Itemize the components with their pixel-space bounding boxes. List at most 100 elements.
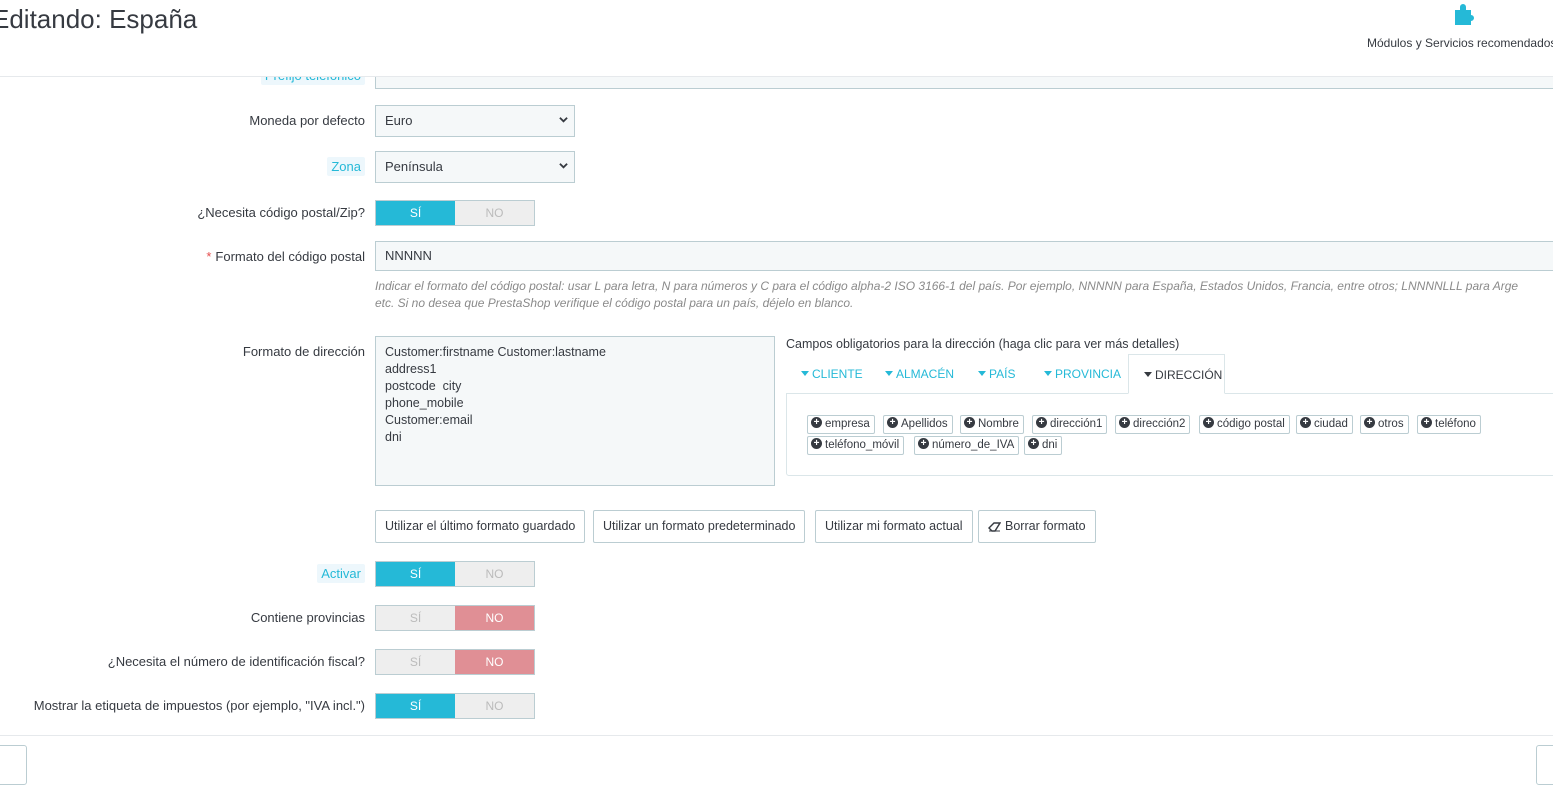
display-tax-label-switch[interactable]: SÍ NO: [375, 693, 535, 719]
tab-label: PROVINCIA: [1055, 367, 1122, 381]
field-chip-nombre[interactable]: + Nombre: [960, 415, 1024, 434]
chip-label: Apellidos: [901, 418, 948, 430]
active-switch[interactable]: SÍ NO: [375, 561, 535, 587]
field-chip-dni[interactable]: + dni: [1024, 436, 1063, 455]
caret-down-icon: [978, 371, 986, 377]
zip-required-switch[interactable]: SÍ NO: [375, 200, 535, 226]
currency-select-value: Euro: [385, 113, 413, 128]
zone-select[interactable]: Península: [375, 151, 575, 183]
chevron-down-icon: [559, 163, 568, 169]
field-chip-telefono[interactable]: + teléfono: [1417, 415, 1481, 434]
address-line: address1: [385, 362, 437, 376]
address-line: dni: [385, 430, 402, 444]
active-no[interactable]: NO: [455, 562, 534, 586]
plus-circle-icon: +: [811, 438, 822, 450]
need-tax-id-yes[interactable]: SÍ: [376, 650, 455, 674]
tab-label: CLIENTE: [812, 367, 863, 381]
country-form: Prefijo telefónico 34 Moneda por defecto…: [0, 0, 1553, 785]
address-line: Customer:email: [385, 413, 473, 427]
plus-circle-icon: +: [1203, 417, 1214, 429]
chip-label: dirección2: [1133, 418, 1186, 430]
plus-circle-icon: +: [1421, 417, 1432, 429]
cancel-button[interactable]: [0, 745, 27, 785]
active-label: Activar: [317, 564, 365, 583]
caret-down-icon: [801, 371, 809, 377]
field-chip-otros[interactable]: + otros: [1360, 415, 1409, 434]
tab-label: ALMACÉN: [896, 367, 955, 381]
display-tax-label-yes[interactable]: SÍ: [376, 694, 455, 718]
field-chip-codigo-postal[interactable]: + código postal: [1199, 415, 1290, 434]
address-line: Customer:firstname Customer:lastname: [385, 345, 606, 359]
page-header: Editando: España Módulos y Servicios rec…: [0, 0, 1553, 77]
field-chip-empresa[interactable]: + empresa: [807, 415, 875, 434]
field-chip-telefono-movil[interactable]: + teléfono_móvil: [807, 436, 905, 455]
chevron-down-icon: [559, 117, 568, 123]
use-current-format-button[interactable]: Utilizar mi formato actual: [815, 510, 973, 543]
plus-circle-icon: +: [1036, 417, 1047, 429]
field-chip-ciudad[interactable]: + ciudad: [1296, 415, 1353, 434]
required-mark: *: [206, 249, 212, 264]
zip-required-no[interactable]: NO: [455, 201, 534, 225]
address-line: postcode city: [385, 379, 462, 393]
tab-provincia[interactable]: PROVINCIA: [1044, 354, 1121, 394]
need-tax-id-label: ¿Necesita el número de identificación fi…: [107, 654, 365, 669]
footer-divider: [0, 735, 1553, 736]
tab-almacen[interactable]: ALMACÉN: [885, 354, 954, 394]
zip-format-help-line1: Indicar el formato del código postal: us…: [375, 279, 1519, 293]
address-line: phone_mobile: [385, 396, 464, 410]
chip-label: teléfono_móvil: [825, 439, 900, 451]
caret-down-icon: [1044, 371, 1052, 377]
plus-circle-icon: +: [918, 438, 929, 450]
recommended-modules-link[interactable]: Módulos y Servicios recomendados: [1367, 0, 1553, 60]
zip-required-yes[interactable]: SÍ: [376, 201, 455, 225]
active-yes[interactable]: SÍ: [376, 562, 455, 586]
caret-down-icon: [885, 371, 893, 377]
chip-label: número_de_IVA: [932, 439, 1015, 451]
zone-select-value: Península: [385, 159, 443, 174]
display-tax-label-no[interactable]: NO: [455, 694, 534, 718]
address-fields-panel: + empresa + Apellidos + Nombre + dirección1 …: [786, 393, 1553, 476]
currency-label: Moneda por defecto: [249, 113, 365, 128]
caret-down-icon: [1144, 372, 1152, 378]
zip-format-label-text: Formato del código postal: [215, 249, 365, 264]
address-format-textarea[interactable]: Customer:firstname Customer:lastname add…: [375, 336, 775, 486]
clear-format-label: Borrar formato: [1005, 519, 1086, 533]
tab-label: DIRECCIÓN: [1155, 368, 1223, 382]
contains-states-label: Contiene provincias: [250, 610, 365, 625]
chip-label: ciudad: [1314, 418, 1348, 430]
field-chip-direccion2[interactable]: + dirección2: [1115, 415, 1191, 434]
plus-circle-icon: +: [964, 417, 975, 429]
tab-label: PAÍS: [989, 367, 1016, 381]
zip-format-help: Indicar el formato del código postal: us…: [375, 278, 1553, 312]
tab-pais[interactable]: PAÍS: [978, 354, 1015, 394]
need-tax-id-switch[interactable]: SÍ NO: [375, 649, 535, 675]
need-tax-id-no[interactable]: NO: [455, 650, 534, 674]
contains-states-no[interactable]: NO: [455, 606, 534, 630]
tab-cliente[interactable]: CLIENTE: [801, 354, 863, 394]
tab-direccion[interactable]: DIRECCIÓN: [1128, 354, 1225, 394]
plus-circle-icon: +: [811, 417, 822, 429]
use-last-saved-format-button[interactable]: Utilizar el último formato guardado: [375, 510, 586, 543]
chip-label: otros: [1378, 418, 1404, 430]
use-default-format-button[interactable]: Utilizar un formato predeterminado: [593, 510, 806, 543]
save-button[interactable]: [1536, 745, 1553, 785]
clear-format-button[interactable]: Borrar formato: [978, 510, 1096, 543]
display-tax-label-label: Mostrar la etiqueta de impuestos (por ej…: [33, 698, 365, 713]
zone-label: Zona: [327, 157, 365, 176]
plus-circle-icon: +: [1364, 417, 1375, 429]
plus-circle-icon: +: [1119, 417, 1130, 429]
contains-states-switch[interactable]: SÍ NO: [375, 605, 535, 631]
zip-format-input[interactable]: NNNNN: [375, 241, 1553, 271]
contains-states-yes[interactable]: SÍ: [376, 606, 455, 630]
chip-label: código postal: [1217, 418, 1285, 430]
field-chip-apellidos[interactable]: + Apellidos: [883, 415, 953, 434]
puzzle-icon: [1455, 4, 1474, 25]
field-chip-numero-iva[interactable]: + número_de_IVA: [914, 436, 1020, 455]
zip-format-help-line2: etc. Si no desea que PrestaShop verifiqu…: [375, 296, 854, 310]
currency-select[interactable]: Euro: [375, 105, 575, 137]
zip-required-label: ¿Necesita código postal/Zip?: [197, 205, 365, 220]
zip-format-label: * Formato del código postal: [206, 249, 365, 264]
chip-label: Nombre: [978, 418, 1019, 430]
field-chip-direccion1[interactable]: + dirección1: [1032, 415, 1108, 434]
chip-label: teléfono: [1435, 418, 1476, 430]
